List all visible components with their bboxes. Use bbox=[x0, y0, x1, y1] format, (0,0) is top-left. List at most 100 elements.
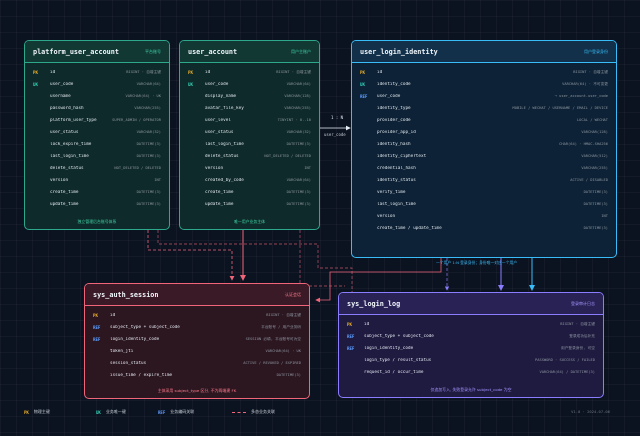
legend-pk-key: PK bbox=[24, 409, 29, 415]
field-type: ACTIVE / REVOKED / EXPIRED bbox=[243, 361, 301, 365]
field-type: BIGINT · 自增主键 bbox=[573, 69, 608, 74]
field-type: 用户登录身份, 可空 bbox=[561, 345, 595, 350]
field-type: NOT_DELETED / DELETED bbox=[114, 166, 161, 170]
field-key: PK bbox=[93, 312, 98, 318]
field-row: create_time DATETIME(3) bbox=[188, 186, 311, 198]
field-row: request_id / occur_time VARCHAR(64) / DAT… bbox=[347, 366, 595, 378]
entity-sys-auth-session[interactable]: sys_auth_session 认证会话 PK id BIGINT · 自增主键 R… bbox=[84, 283, 310, 399]
field-type: SESSION 必填, 平台账号可为空 bbox=[245, 336, 301, 341]
field-row: PK id BIGINT · 自增主键 bbox=[360, 66, 608, 78]
field-row: UK identity_code VARCHAR(64) · 不可变更 bbox=[360, 78, 608, 90]
field-row: created_by_code VARCHAR(64) bbox=[188, 174, 311, 186]
field-key: REF bbox=[93, 336, 101, 342]
field-type: DATETIME(3) bbox=[136, 202, 161, 206]
field-row: username VARCHAR(64) · UK bbox=[33, 90, 161, 102]
field-type: VARCHAR(64) · UK bbox=[265, 349, 301, 353]
field-type: DATETIME(3) bbox=[136, 142, 161, 146]
field-name: user_status bbox=[205, 129, 234, 135]
field-type: INT bbox=[304, 166, 311, 170]
field-row: token_jti VARCHAR(64) · UK bbox=[93, 345, 301, 357]
field-row: REF user_code → user_account.user_code bbox=[360, 90, 608, 102]
entity-tag: 认证会话 bbox=[285, 291, 301, 297]
field-name: avatar_file_key bbox=[205, 105, 244, 111]
field-type: VARCHAR(32) bbox=[136, 130, 161, 134]
field-row: REF subject_type + subject_code 平台账号 / 用户业… bbox=[93, 321, 301, 333]
field-name: identity_ciphertext bbox=[377, 153, 427, 159]
field-key: UK bbox=[360, 81, 365, 87]
field-row: identity_ciphertext VARCHAR(512) bbox=[360, 150, 608, 162]
field-row: identity_type MOBILE / WECHAT / USERNAME … bbox=[360, 102, 608, 114]
field-type: CHAR(64) · HMAC-SHA256 bbox=[559, 142, 608, 146]
field-name: create_time bbox=[205, 189, 234, 195]
entity-header: user_account 用户主账户 bbox=[180, 41, 319, 63]
field-row: user_level TINYINT · 0..10 bbox=[188, 114, 311, 126]
legend-dash-label: 多态业务关联 bbox=[251, 409, 275, 414]
field-row: password_hash VARCHAR(255) bbox=[33, 102, 161, 114]
entity-platform-user-account[interactable]: platform_user_account 平台账号 PK id BIGINT · … bbox=[24, 40, 170, 230]
field-type: NOT_DELETED / DELETED bbox=[264, 154, 311, 158]
field-row: last_login_time DATETIME(3) bbox=[188, 138, 311, 150]
field-row: delete_status NOT_DELETED / DELETED bbox=[188, 150, 311, 162]
field-name: identity_status bbox=[377, 177, 416, 183]
field-row: delete_status NOT_DELETED / DELETED bbox=[33, 162, 161, 174]
field-name: provider_code bbox=[377, 117, 411, 123]
field-key: REF bbox=[347, 345, 355, 351]
field-type: TINYINT · 0..10 bbox=[277, 118, 311, 122]
legend-uk: UK 业务唯一键 bbox=[96, 409, 126, 415]
field-name: display_name bbox=[205, 93, 237, 99]
field-name: delete_status bbox=[205, 153, 239, 159]
field-name: verify_time bbox=[377, 189, 406, 195]
field-type: VARCHAR(64) bbox=[136, 82, 161, 86]
field-type: DATETIME(3) bbox=[583, 202, 608, 206]
field-name: request_id / occur_time bbox=[364, 369, 424, 375]
field-type: 平台账号 / 用户业务码 bbox=[261, 324, 301, 329]
field-type: DATETIME(3) bbox=[583, 190, 608, 194]
entity-tag: 平台账号 bbox=[145, 48, 161, 54]
field-row: session_status ACTIVE / REVOKED / EXPIRED bbox=[93, 357, 301, 369]
field-row: version INT bbox=[360, 210, 608, 222]
field-name: user_status bbox=[50, 129, 79, 135]
field-row: lock_expire_time DATETIME(3) bbox=[33, 138, 161, 150]
entity-title: sys_auth_session bbox=[93, 290, 159, 299]
field-row: REF login_identity_code SESSION 必填, 平台账号可为… bbox=[93, 333, 301, 345]
field-type: DATETIME(3) bbox=[286, 202, 311, 206]
entity-user-account[interactable]: user_account 用户主账户 PK id BIGINT · 自增主键 UK us… bbox=[179, 40, 320, 230]
field-row: last_login_time DATETIME(3) bbox=[360, 198, 608, 210]
entity-footer: 唯一用户业务主体 bbox=[233, 219, 266, 224]
entity-header: user_login_identity 用户登录身份 bbox=[352, 41, 616, 63]
field-type: BIGINT · 自增主键 bbox=[560, 321, 595, 326]
legend-uk-label: 业务唯一键 bbox=[105, 409, 126, 414]
legend-ref-label: 业务编码关联 bbox=[170, 409, 195, 414]
entity-footer: 独立管理后台账号体系 bbox=[77, 219, 117, 224]
field-key: PK bbox=[188, 69, 193, 75]
entity-user-login-identity[interactable]: user_login_identity 用户登录身份 PK id BIGINT · … bbox=[351, 40, 617, 258]
field-type: → user_account.user_code bbox=[554, 94, 608, 98]
field-name: login_type / result_status bbox=[364, 357, 432, 363]
field-list: PK id BIGINT · 自增主键 UK identity_code VARCHAR(… bbox=[352, 63, 616, 234]
field-row: display_name VARCHAR(128) bbox=[188, 90, 311, 102]
field-type: INT bbox=[154, 178, 161, 182]
entity-title: sys_login_log bbox=[347, 299, 401, 308]
field-type: VARCHAR(128) bbox=[581, 130, 608, 134]
relation-user-log-dashed bbox=[299, 230, 345, 287]
field-type: ACTIVE / DISABLED bbox=[570, 178, 608, 182]
field-name: id bbox=[377, 69, 383, 75]
field-list: PK id BIGINT · 自增主键 UK user_code VARCHAR(64) u… bbox=[25, 63, 169, 210]
field-name: username bbox=[50, 93, 71, 99]
field-row: REF login_identity_code 用户登录身份, 可空 bbox=[347, 342, 595, 354]
field-row: version INT bbox=[33, 174, 161, 186]
entity-footer: 仅追加写入, 失败登录允许 subject_code 为空 bbox=[430, 387, 512, 392]
field-name: version bbox=[205, 165, 224, 171]
field-row: identity_hash CHAR(64) · HMAC-SHA256 bbox=[360, 138, 608, 150]
field-row: provider_app_id VARCHAR(128) bbox=[360, 126, 608, 138]
field-name: create_time / update_time bbox=[377, 225, 442, 231]
field-type: LOCAL / WECHAT bbox=[576, 118, 608, 122]
entity-title: platform_user_account bbox=[33, 47, 119, 56]
field-type: MOBILE / WECHAT / USERNAME / EMAIL / DEV… bbox=[512, 106, 608, 110]
field-type: DATETIME(3) bbox=[136, 154, 161, 158]
field-row: user_status VARCHAR(32) bbox=[33, 126, 161, 138]
field-row: PK id BIGINT · 自增主键 bbox=[93, 309, 301, 321]
field-name: user_level bbox=[205, 117, 231, 123]
field-row: create_time / update_time DATETIME(3) bbox=[360, 222, 608, 234]
entity-sys-login-log[interactable]: sys_login_log 登录审计日志 PK id BIGINT · 自增主键 RE… bbox=[338, 292, 604, 398]
